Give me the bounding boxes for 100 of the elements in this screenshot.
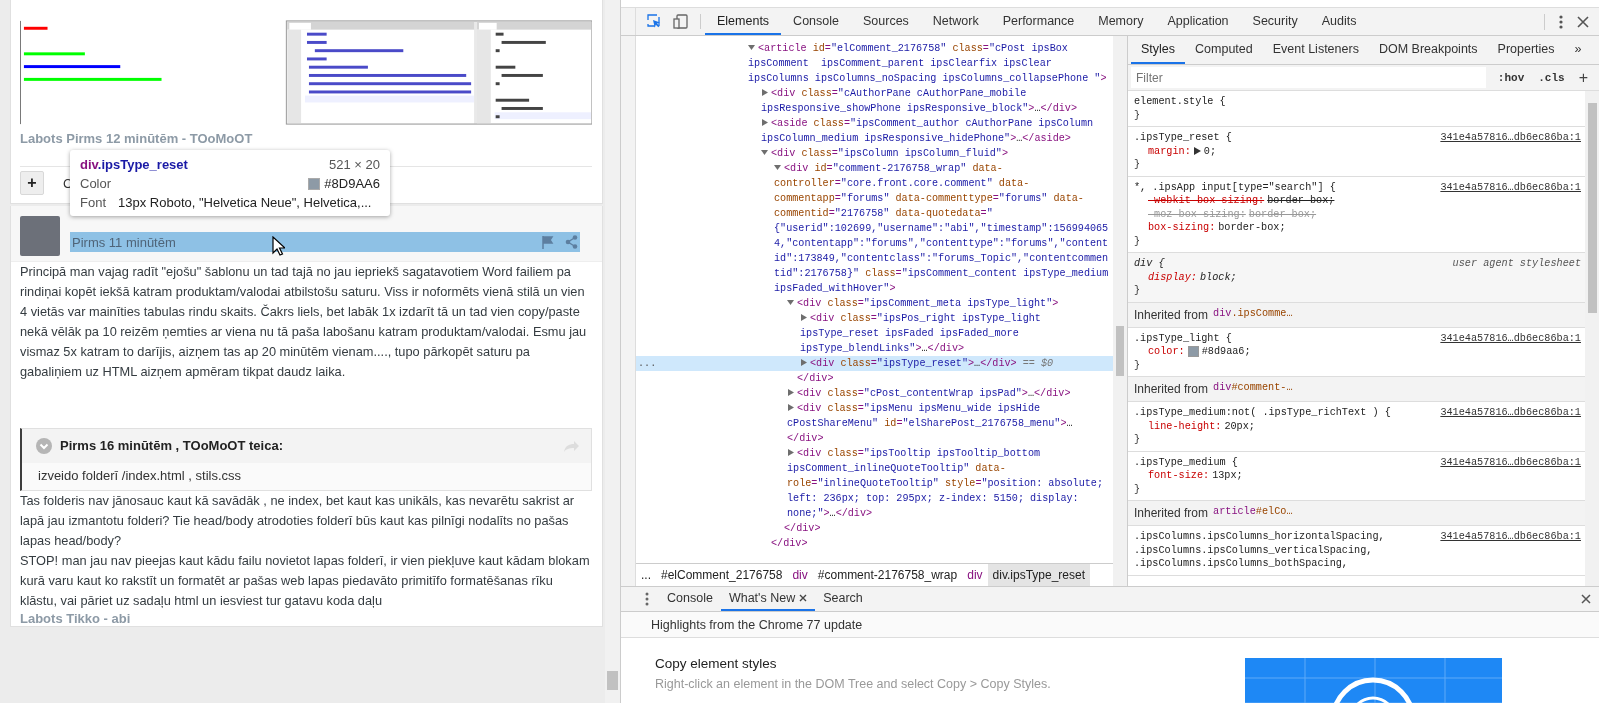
css-declaration[interactable]: -webkit-box-sizing: border-box; (1134, 194, 1581, 208)
source-link[interactable]: 341e4a57816…db6ec86ba:1 (1440, 455, 1581, 469)
closing-brace: } (1134, 234, 1142, 248)
feature-title: Copy element styles (655, 656, 778, 671)
dom-node[interactable]: <div class="ipsComment_meta ipsType_light"> (636, 296, 1113, 311)
dom-node[interactable]: <div class="ipsColumn ipsColumn_fluid"> (636, 146, 1113, 161)
filter-field[interactable]: Filter (1131, 67, 1486, 88)
closing-brace: } (1134, 433, 1142, 447)
ancestor-link[interactable]: div.ipsComme… (1213, 307, 1293, 322)
share-icon (565, 235, 578, 249)
closing-brace: } (1134, 284, 1142, 298)
breadcrumb[interactable]: div (787, 564, 813, 586)
toggle-button[interactable]: .cls (1536, 71, 1567, 84)
color-value: #8D9AA6 (324, 176, 380, 191)
chevron-circle-icon (36, 438, 52, 454)
ancestor-link[interactable]: article#elCo… (1213, 506, 1293, 520)
drawer-tab[interactable]: Console (659, 587, 721, 611)
sidebar-tab[interactable]: DOM Breakpoints (1368, 36, 1488, 64)
sidebar-tab[interactable]: Computed (1185, 36, 1263, 64)
edited-note: Labots Pirms 12 minūtēm - TOoMoOT (20, 131, 254, 146)
css-selector: .ipsType_light { (1134, 331, 1233, 345)
dom-node[interactable]: <div class="cPost_contentWrap ipsPad">…</div> (636, 386, 1113, 401)
panel-tab[interactable]: Audits (1309, 8, 1369, 35)
scrollbar-thumb (1116, 326, 1124, 376)
dom-node[interactable]: ... <div class="ipsType_reset">…</div> == $0 (636, 356, 1113, 371)
css-declaration[interactable]: margin: 0; (1134, 144, 1581, 158)
breadcrumb[interactable]: div.ipsType_reset (987, 564, 1091, 586)
close-icon[interactable] (1581, 594, 1591, 604)
new-rule-button[interactable]: + (1576, 68, 1590, 87)
closing-tag: </div> (656, 536, 1113, 551)
mouse-pointer-icon (272, 236, 285, 256)
inherited-from-label: Inherited from (1134, 307, 1209, 322)
feature-description: Right-click an element in the DOM Tree and select Copy > Copy Styles. (655, 677, 1052, 691)
panel-tab[interactable]: Elements (705, 8, 782, 35)
avatar-photo-placeholder (20, 216, 60, 256)
dom-node[interactable]: <div class="cAuthorPane cAuthorPane_mobile ipsResponsive_showPhone ipsResponsive_block">…</div> (636, 86, 1113, 116)
ancestor-link[interactable]: div#comment-… (1213, 382, 1293, 396)
panel-tab[interactable]: Network (920, 8, 991, 35)
drawer-tab[interactable]: Search (815, 587, 871, 611)
panel-tab[interactable]: Console (781, 8, 851, 35)
element-selector: div.ipsType_reset (80, 157, 188, 172)
css-selector: *, .ipsApp input[type="search"] { (1134, 180, 1337, 194)
sidebar-tab[interactable]: Properties (1487, 36, 1565, 64)
font-label: Font (80, 195, 106, 210)
inherited-from-label: Inherited from (1134, 506, 1209, 520)
font-value: 13px Roboto, "Helvetica Neue", Helvetica,... (118, 195, 372, 210)
closing-brace: } (1134, 108, 1142, 122)
dom-node[interactable]: <aside class="ipsComment_author cAuthorPane ipsColumn ipsColumn_medium ipsResponsive_hidePhone">…</aside> (636, 116, 1113, 146)
source-link[interactable]: 341e4a57816…db6ec86ba:1 (1440, 530, 1581, 571)
closing-brace: } (1134, 358, 1142, 372)
element-size: 521 × 20 (329, 157, 380, 172)
add-button[interactable]: + (20, 171, 44, 195)
source-link[interactable]: 341e4a57816…db6ec86ba:1 (1440, 131, 1581, 145)
quote-text: izveido folderī /index.html , stils.css (22, 463, 591, 490)
source-link[interactable]: 341e4a57816…db6ec86ba:1 (1440, 331, 1581, 345)
dom-node[interactable]: <article id="elComment_2176758" class="cPost ipsBox ipsComment ipsComment_parent ipsClearfix ipsClear ipsColumns ipsColumns_noSpacing ipsColumns_collapsePhone "> (636, 41, 1113, 86)
menu-icon[interactable] (645, 592, 649, 606)
source-link[interactable]: 341e4a57816…db6ec86ba:1 (1440, 406, 1581, 420)
scrollbar-thumb (607, 671, 618, 690)
breadcrumb[interactable]: ... (636, 564, 656, 586)
close-icon[interactable] (1577, 15, 1589, 28)
color-label: Color (80, 176, 112, 191)
panel-tab[interactable]: Memory (1086, 8, 1156, 35)
css-declaration[interactable]: line-height: 20px; (1134, 419, 1581, 433)
sidebar-tab[interactable]: Event Listeners (1262, 36, 1369, 64)
closing-brace: } (1134, 482, 1142, 496)
dom-node[interactable]: <div class="ipsPos_right ipsType_light ipsType_reset ipsFaded ipsFaded_more ipsType_blendLinks">…</div> (636, 311, 1113, 356)
panel-tab[interactable]: Performance (990, 8, 1087, 35)
css-declaration[interactable]: font-size: 13px; (1134, 469, 1581, 483)
css-selector: .ipsType_medium { (1134, 455, 1239, 469)
post-paragraph: Tas folderis nav jānosauc kaut kā savādāk , ne index, bet kaut kas unikāls, kas nevarētu sakrist ar lapā jau izmantotu folderi? Tie head/body atrodoties folderī būs kaut kas pilnīgi nodalīts no pašas lapas head/body? (20, 492, 576, 550)
post-time: Pirms 11 minūtēm (72, 234, 176, 250)
breadcrumb[interactable]: #comment-2176758_wrap (812, 564, 963, 586)
panel-tab[interactable]: Security (1240, 8, 1310, 35)
panel-tab[interactable]: Application (1155, 8, 1241, 35)
more-options-icon[interactable] (1559, 14, 1563, 29)
flag-icon (541, 235, 555, 249)
inspect-element-icon[interactable] (647, 14, 662, 29)
dom-node[interactable]: <div class="ipsTooltip ipsTooltip_bottom ipsComment_inlineQuoteTooltip" data-role="inlineQuoteTooltip" style="position: absolute; left: 236px; top: 295px; z-index: 5150; display: none;">…</div> (636, 446, 1113, 521)
edited-note: Labots Tikko - abi (20, 611, 132, 626)
panel-tab[interactable]: Sources (851, 8, 921, 35)
css-selector: div { (1134, 257, 1166, 271)
css-declaration[interactable]: box-sizing: border-box; (1134, 221, 1581, 235)
toggle-button[interactable]: :hov (1495, 71, 1527, 84)
device-toolbar-icon[interactable] (673, 14, 688, 29)
breadcrumb[interactable]: #elComment_2176758 (656, 564, 788, 586)
closing-tag: </div> (656, 371, 1113, 386)
breadcrumb[interactable]: div (962, 564, 988, 586)
css-declaration[interactable]: color: #8d9aa6; (1134, 345, 1581, 359)
dom-node[interactable]: <div id="comment-2176758_wrap" data-controller="core.front.core.comment" data-commentapp="forums" data-commenttype="forums" data-commentid="2176758" data-quotedata="{"userid":102699,"username":"abi","timestamp":1569940654,"contentapp":"forums","contenttype":"forums","contentid":173849,"contentclass":"forums_Topic","contentcommentid":2176758}" class="ipsComment_content ipsType_medium ipsFaded_withHover"> (636, 161, 1113, 296)
css-selector: .ipsType_reset { (1134, 131, 1233, 145)
css-selector: .ipsColumns.ipsColumns_horizontalSpacing, .ipsColumns.ipsColumns_verticalSpacing, .ipsColumns.ipsColumns_bothSpacing, (1134, 530, 1386, 571)
close-icon[interactable] (799, 594, 808, 602)
highlights-banner: Highlights from the Chrome 77 update (621, 612, 1599, 638)
source-link[interactable]: 341e4a57816…db6ec86ba:1 (1440, 180, 1581, 194)
css-declaration[interactable]: display: block; (1134, 270, 1581, 284)
dom-node[interactable]: <div class="ipsMenu ipsMenu_wide ipsHide cPostShareMenu" id="elSharePost_2176758_menu">…</div> (636, 401, 1113, 446)
css-selector: element.style { (1134, 95, 1227, 109)
more-tabs-button[interactable]: » (1564, 36, 1592, 64)
quote-header: Pirms 16 minūtēm , TOoMoOT teica: (60, 437, 284, 455)
